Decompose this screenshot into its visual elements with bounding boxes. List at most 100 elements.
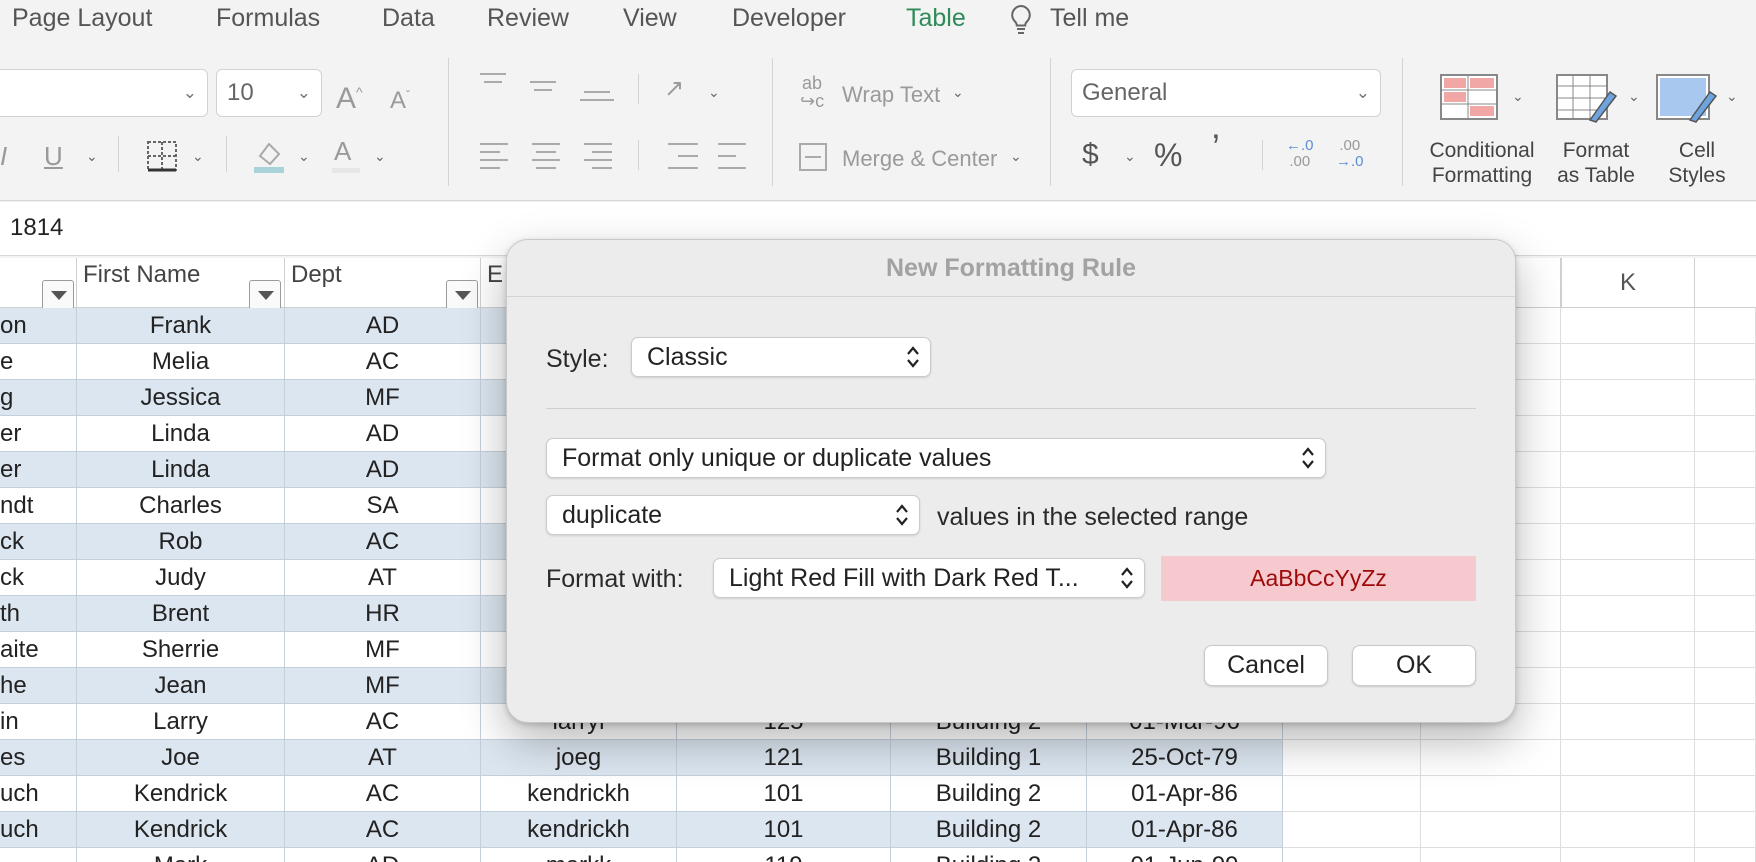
tab-view[interactable]: View [623,4,677,33]
ok-button[interactable]: OK [1352,645,1476,686]
last-name-cell[interactable]: uch [0,812,77,848]
email-cell[interactable]: kendrickh [481,776,677,812]
empty-cell[interactable] [1283,848,1421,862]
first-name-cell[interactable]: Rob [77,524,285,560]
dept-cell[interactable]: SA [285,488,481,524]
empty-cell[interactable] [1561,812,1695,848]
empty-cell[interactable] [1695,308,1756,344]
empty-cell[interactable] [1561,416,1695,452]
empty-cell[interactable] [1561,632,1695,668]
chevron-down-icon[interactable]: ⌄ [952,84,964,101]
date-cell[interactable]: 01-Jun-99 [1087,848,1283,862]
horizontal-align-icons[interactable] [478,140,748,176]
empty-cell[interactable] [1695,740,1756,776]
empty-cell[interactable] [1695,344,1756,380]
last-name-cell[interactable]: uch [0,776,77,812]
tell-me-search[interactable]: Tell me [1050,4,1129,33]
empty-cell[interactable] [1695,632,1756,668]
building-cell[interactable]: Building 2 [891,848,1087,862]
chevron-down-icon[interactable]: ⌄ [1726,88,1738,105]
format-as-table-label[interactable]: Format as Table [1550,138,1642,188]
chevron-down-icon[interactable]: ⌄ [1124,148,1136,165]
empty-cell[interactable] [1561,596,1695,632]
tab-data[interactable]: Data [382,4,435,33]
email-cell[interactable]: markk [481,848,677,862]
last-name-cell[interactable]: g [0,380,77,416]
first-name-cell[interactable]: Mark [77,848,285,862]
merge-center-icon[interactable] [798,142,828,172]
empty-cell[interactable] [1561,344,1695,380]
empty-cell[interactable] [1561,776,1695,812]
first-name-cell[interactable]: Linda [77,452,285,488]
cell-styles-icon[interactable] [1656,74,1718,124]
chevron-down-icon[interactable]: ⌄ [1628,88,1640,105]
date-cell[interactable]: 01-Apr-86 [1087,776,1283,812]
ext-cell[interactable]: 121 [677,740,891,776]
empty-cell[interactable] [1695,776,1756,812]
last-name-cell[interactable]: th [0,596,77,632]
chevron-down-icon[interactable]: ⌄ [374,148,386,165]
dept-cell[interactable]: AD [285,416,481,452]
building-cell[interactable]: Building 2 [891,812,1087,848]
font-color-icon[interactable]: A [334,136,351,166]
vertical-align-icons[interactable] [478,70,672,106]
empty-cell[interactable] [1421,812,1561,848]
wrap-text-label[interactable]: Wrap Text [842,82,940,108]
column-header-k[interactable]: K [1561,258,1695,308]
last-name-cell[interactable]: es [0,740,77,776]
last-name-cell[interactable]: on [0,308,77,344]
email-cell[interactable]: joeg [481,740,677,776]
empty-cell[interactable] [1421,776,1561,812]
empty-cell[interactable] [1561,740,1695,776]
empty-cell[interactable] [1561,380,1695,416]
fill-color-icon[interactable] [252,138,286,174]
chevron-down-icon[interactable]: ⌄ [298,148,310,165]
last-name-cell[interactable] [0,848,77,862]
first-name-cell[interactable]: Larry [77,704,285,740]
first-name-cell[interactable]: Sherrie [77,632,285,668]
style-popup[interactable]: Classic [631,337,931,377]
email-cell[interactable]: kendrickh [481,812,677,848]
tab-page-layout[interactable]: Page Layout [12,4,152,33]
increase-decimal-icon[interactable]: ←.0.00 [1286,138,1314,170]
increase-font-icon[interactable]: A^ [336,77,363,114]
ext-cell[interactable]: 119 [677,848,891,862]
last-name-cell[interactable]: he [0,668,77,704]
decrease-decimal-icon[interactable]: .00 →.0 [1336,138,1364,170]
font-name-combo[interactable]: ⌄ [0,69,208,117]
building-cell[interactable]: Building 1 [891,740,1087,776]
first-name-cell[interactable]: Melia [77,344,285,380]
duplicate-unique-popup[interactable]: duplicate [546,495,920,535]
empty-cell[interactable] [1695,704,1756,740]
empty-cell[interactable] [1695,452,1756,488]
first-name-cell[interactable]: Jean [77,668,285,704]
last-name-cell[interactable]: in [0,704,77,740]
dept-cell[interactable]: AD [285,452,481,488]
dept-cell[interactable]: MF [285,380,481,416]
empty-cell[interactable] [1561,704,1695,740]
tab-review[interactable]: Review [487,4,569,33]
empty-cell[interactable] [1561,488,1695,524]
tab-table[interactable]: Table [906,4,966,33]
filter-dropdown-icon[interactable] [249,280,281,310]
dept-cell[interactable]: AC [285,812,481,848]
empty-cell[interactable] [1695,380,1756,416]
italic-icon[interactable]: I [0,141,7,171]
comma-style-icon[interactable]: ʼ [1212,131,1220,167]
empty-cell[interactable] [1695,488,1756,524]
number-format-combo[interactable]: General ⌄ [1071,69,1381,117]
dept-cell[interactable]: AD [285,848,481,862]
last-name-cell[interactable]: ndt [0,488,77,524]
format-as-table-icon[interactable] [1556,74,1618,124]
cell-styles-label[interactable]: Cell Styles [1656,138,1738,188]
chevron-down-icon[interactable]: ⌄ [1512,88,1524,105]
wrap-text-icon[interactable]: ab ↪c [800,74,824,110]
empty-cell[interactable] [1561,308,1695,344]
decrease-font-icon[interactable]: Aˇ [390,80,410,116]
dept-cell[interactable]: AT [285,740,481,776]
last-name-cell[interactable]: aite [0,632,77,668]
dept-cell[interactable]: MF [285,668,481,704]
font-size-combo[interactable]: 10 ⌄ [216,69,322,117]
empty-cell[interactable] [1695,524,1756,560]
empty-cell[interactable] [1695,848,1756,862]
